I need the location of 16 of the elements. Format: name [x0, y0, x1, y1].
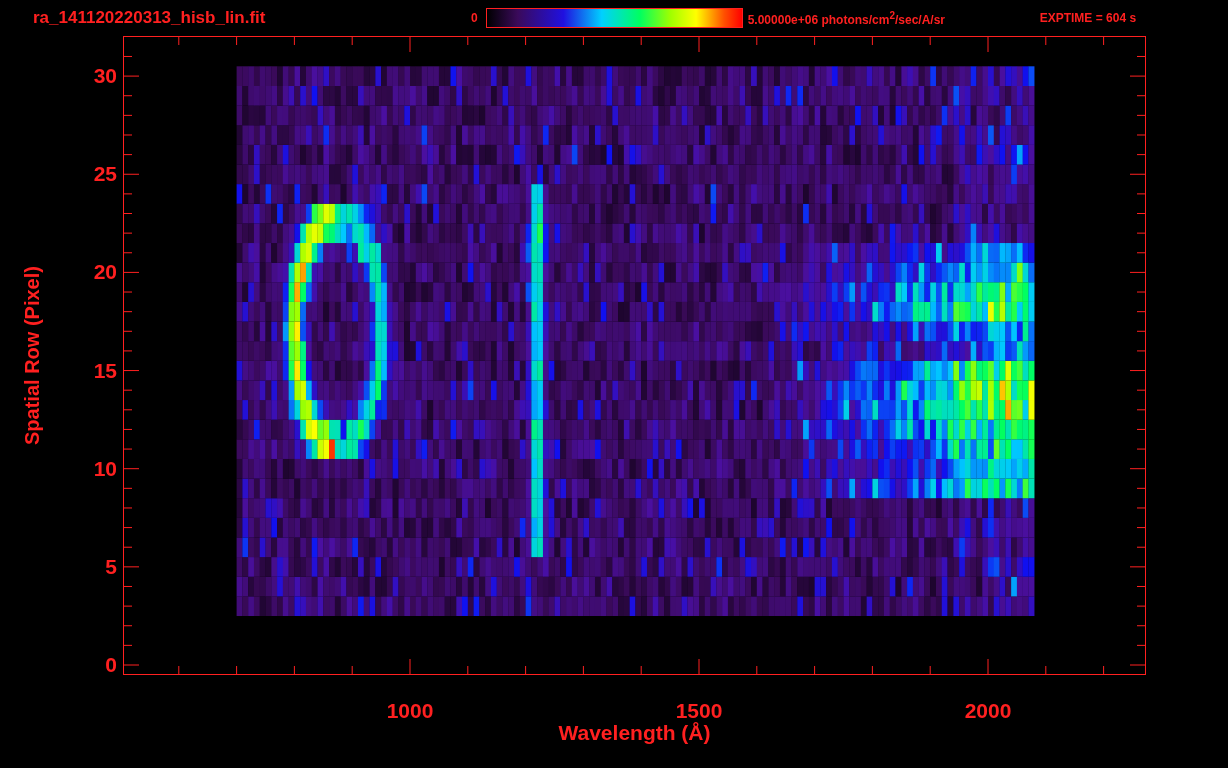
- y-tick-label: 30: [93, 64, 117, 89]
- x-axis-label: Wavelength (Å): [558, 721, 711, 745]
- y-axis-label: Spatial Row (Pixel): [20, 266, 44, 445]
- exposure-time: EXPTIME = 604 s: [1039, 11, 1137, 25]
- y-tick-label: 25: [93, 162, 117, 187]
- y-tick-label: 0: [105, 653, 117, 677]
- x-tick-label: 2000: [964, 699, 1012, 723]
- colorbar-max-label: 5.00000e+06 photons/cm$^{2}$/sec/A/sr: [747, 9, 947, 27]
- file-title: ra_141120220313_hisb_lin.fit: [33, 8, 267, 28]
- x-tick-label: 1000: [386, 699, 434, 723]
- y-tick-label: 20: [93, 260, 117, 285]
- y-tick-label: 10: [93, 456, 117, 481]
- y-tick-label: 15: [93, 358, 117, 383]
- y-tick-label: 5: [105, 554, 117, 579]
- colorbar-min-label: 0: [471, 11, 478, 25]
- x-tick-label: 1500: [675, 699, 723, 722]
